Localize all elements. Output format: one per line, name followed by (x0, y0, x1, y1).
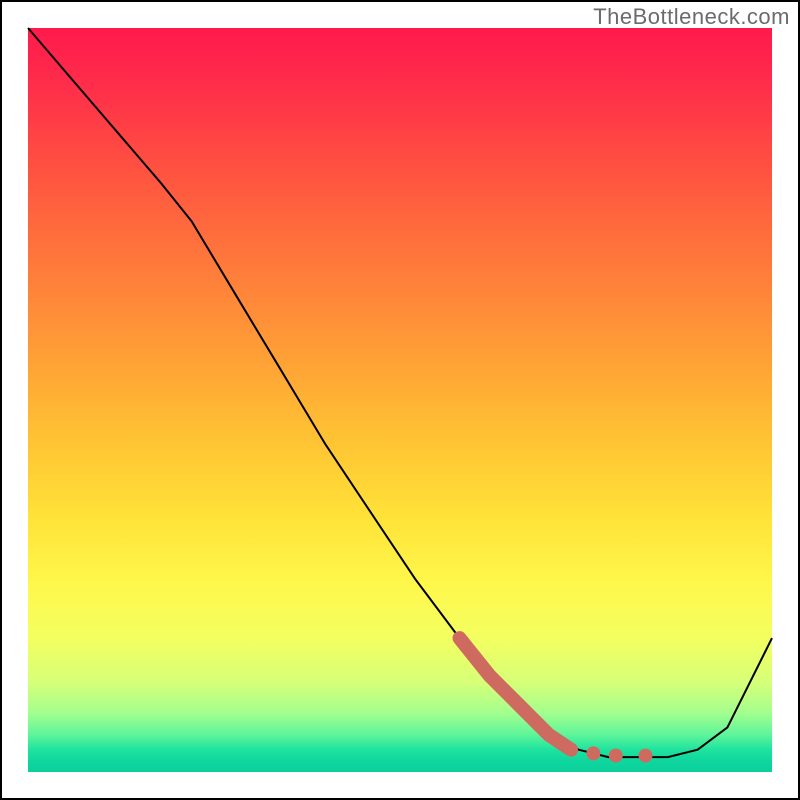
highlight-dot (639, 749, 653, 763)
chart-stage: TheBottleneck.com (0, 0, 800, 800)
chart-overlay-svg (28, 28, 772, 772)
curve-line (28, 28, 772, 757)
watermark-text: TheBottleneck.com (593, 4, 790, 30)
highlight-segment (460, 638, 572, 750)
highlight-dot (586, 746, 600, 760)
highlight-dot (609, 749, 623, 763)
